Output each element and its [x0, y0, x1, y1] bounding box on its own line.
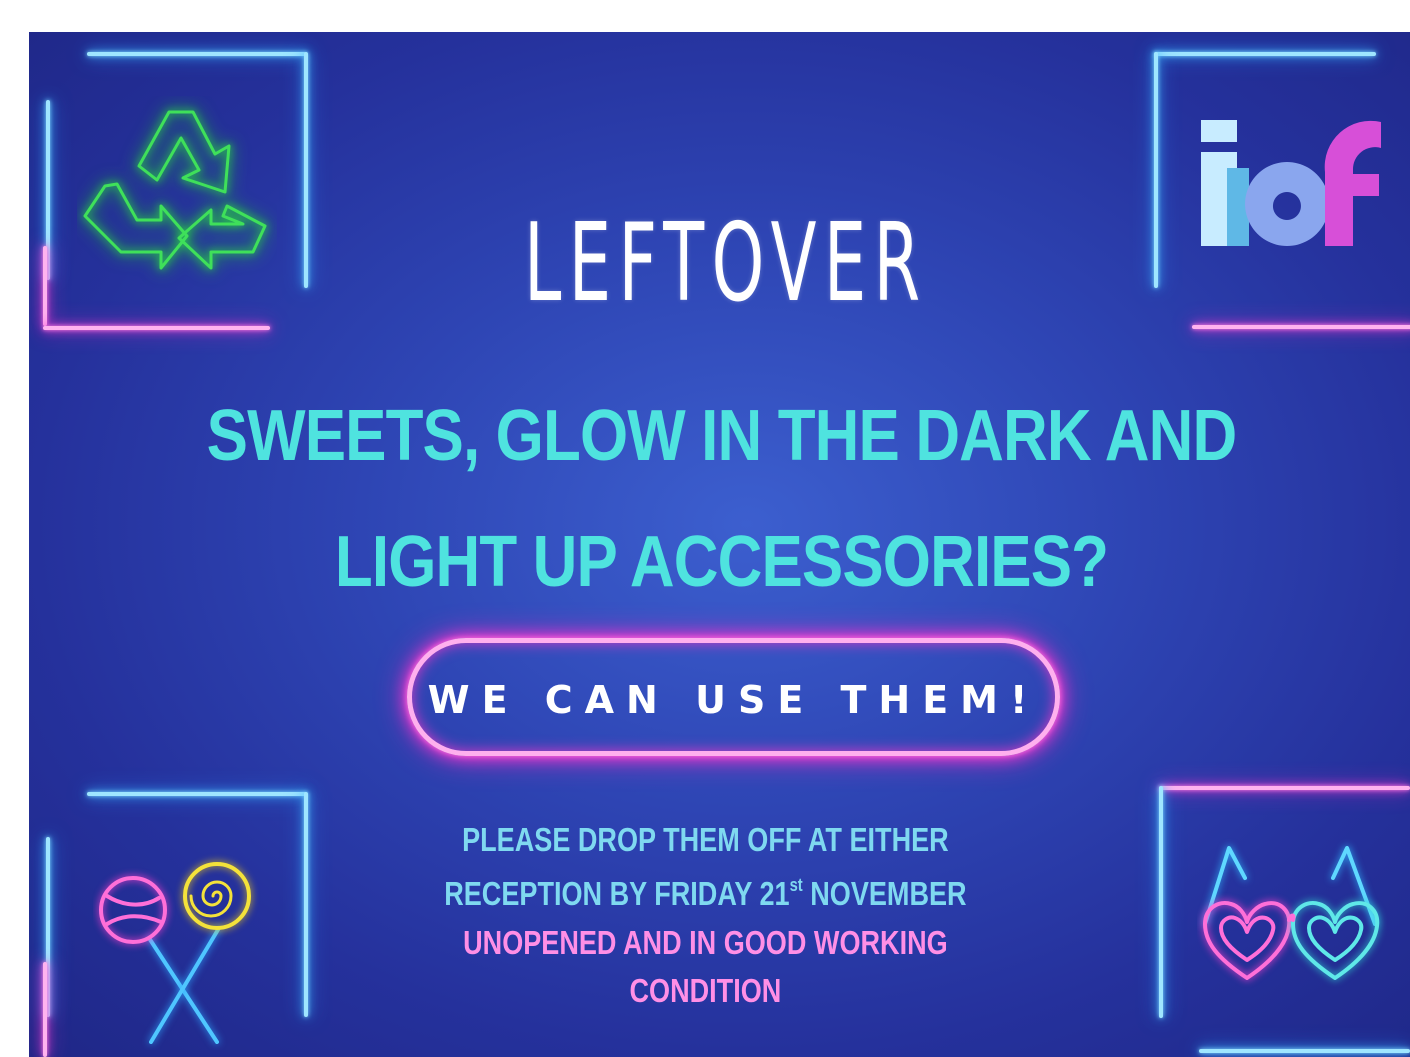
neon-frame-line	[87, 52, 306, 56]
poster: LEFTOVER SWEETS, GLOW IN THE DARK AND LI…	[29, 32, 1410, 1057]
info-line-date: RECEPTION BY FRIDAY 21st NOVEMBER	[127, 876, 1284, 910]
info-date-month: NOVEMBER	[802, 875, 967, 912]
icf-logo	[1201, 120, 1381, 246]
subtitle-line: SWEETS, GLOW IN THE DARK AND	[206, 396, 1238, 476]
subtitle-line: LIGHT UP ACCESSORIES?	[334, 522, 1109, 602]
neon-frame-line	[1154, 52, 1376, 56]
neon-frame-line	[1192, 325, 1410, 329]
info-date-text: RECEPTION BY FRIDAY 21	[444, 875, 790, 912]
neon-frame-line	[43, 962, 47, 1057]
neon-frame-line	[43, 326, 270, 330]
neon-frame-line	[1159, 786, 1410, 790]
info-date-suffix: st	[789, 875, 803, 895]
recycle-icon	[83, 110, 267, 270]
neon-frame-line	[1154, 52, 1158, 288]
info-line: UNOPENED AND IN GOOD WORKING	[463, 924, 948, 961]
cta-banner: WE CAN USE THEM!	[407, 638, 1060, 756]
info-line: CONDITION	[629, 972, 782, 1009]
cta-label: WE CAN USE THEM!	[427, 678, 1040, 722]
neon-frame-line	[43, 246, 47, 326]
page-title: LEFTOVER	[523, 201, 928, 326]
neon-frame-line	[87, 792, 307, 796]
neon-frame-line	[1199, 1049, 1410, 1053]
info-line: PLEASE DROP THEM OFF AT EITHER	[462, 821, 949, 858]
